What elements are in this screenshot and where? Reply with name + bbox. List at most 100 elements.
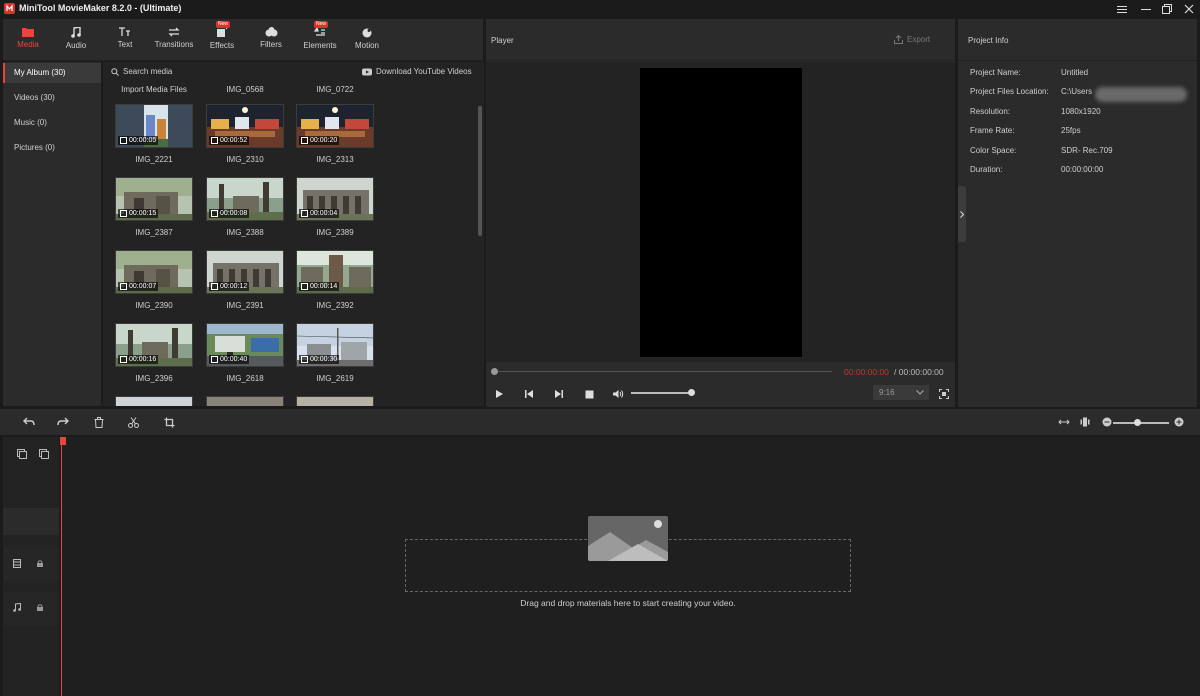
media-item[interactable]: 00:00:40 IMG_2618	[206, 323, 284, 383]
sidebar-item-videos[interactable]: Videos (30)	[3, 88, 101, 108]
media-item[interactable]: 00:00:30 IMG_2619	[296, 323, 374, 383]
media-item[interactable]: 00:00:05 IMG_2221	[115, 104, 193, 164]
total-time: / 00:00:00:00	[894, 367, 944, 377]
media-item[interactable]: 00:00:07 IMG_2390	[115, 250, 193, 310]
minimize-icon[interactable]	[1138, 1, 1154, 17]
media-thumbnail[interactable]: 00:00:14	[296, 250, 374, 294]
film-icon	[211, 137, 218, 144]
media-item[interactable]: 00:00:15 IMG_2387	[115, 177, 193, 237]
media-thumbnail[interactable]	[206, 396, 284, 406]
sidebar-item-pictures[interactable]: Pictures (0)	[3, 138, 101, 158]
export-button[interactable]: Export	[894, 35, 930, 44]
media-item[interactable]: 00:00:04 IMG_2389	[296, 177, 374, 237]
media-thumbnail[interactable]: 00:00:20	[296, 104, 374, 148]
volume-handle[interactable]	[688, 389, 695, 396]
transitions-icon	[168, 27, 180, 37]
tab-audio[interactable]: Audio	[57, 19, 95, 61]
folder-icon	[22, 28, 34, 37]
media-item-label: IMG_2389	[316, 228, 354, 237]
duration-badge: 00:00:15	[118, 209, 159, 218]
tab-effects[interactable]: New Effects	[203, 19, 241, 61]
duration-key: Duration:	[970, 165, 1003, 174]
split-button[interactable]	[126, 415, 140, 429]
play-button[interactable]	[492, 387, 506, 401]
tab-transitions[interactable]: Transitions	[149, 19, 199, 61]
zoom-slider[interactable]	[1113, 422, 1169, 424]
media-item-label: IMG_0568	[226, 85, 264, 94]
media-item[interactable]: 00:00:08 IMG_2388	[206, 177, 284, 237]
media-thumbnail[interactable]: 00:00:16	[115, 323, 193, 367]
seek-bar[interactable]	[494, 371, 832, 372]
add-track-button[interactable]	[17, 449, 27, 459]
media-item-label: IMG_2313	[316, 155, 354, 164]
zoom-out-button[interactable]	[1100, 415, 1114, 429]
tab-elements[interactable]: New Elements	[297, 19, 343, 61]
zoom-in-button[interactable]	[1172, 415, 1186, 429]
media-thumbnail[interactable]: 00:00:52	[206, 104, 284, 148]
media-item-label: IMG_0722	[316, 85, 354, 94]
volume-slider[interactable]	[631, 392, 691, 394]
media-thumbnail[interactable]: 00:00:04	[296, 177, 374, 221]
media-thumbnail[interactable]	[115, 396, 193, 406]
media-item[interactable]: 00:00:20 IMG_2313	[296, 104, 374, 164]
media-item[interactable]: 00:00:12 IMG_2391	[206, 250, 284, 310]
media-thumbnail[interactable]: 00:00:40	[206, 323, 284, 367]
media-item[interactable]: 00:00:16 IMG_2396	[115, 323, 193, 383]
close-icon[interactable]	[1181, 1, 1197, 17]
media-thumbnail[interactable]: 00:00:08	[206, 177, 284, 221]
sidebar-item-my-album[interactable]: My Album (30)	[3, 63, 101, 83]
lock-icon[interactable]	[37, 560, 43, 567]
download-youtube-button[interactable]: Download YouTube Videos	[362, 67, 472, 76]
duration-text: 00:00:04	[310, 210, 338, 217]
snap-button[interactable]	[1078, 415, 1092, 429]
fullscreen-button[interactable]	[937, 387, 951, 401]
media-thumbnail[interactable]: 00:00:12	[206, 250, 284, 294]
lock-icon[interactable]	[37, 604, 43, 611]
volume-button[interactable]	[611, 387, 625, 401]
film-icon	[301, 210, 308, 217]
media-thumbnail[interactable]: 00:00:05	[115, 104, 193, 148]
resolution-value: 1080x1920	[1061, 107, 1101, 116]
media-scrollbar[interactable]	[478, 106, 482, 236]
delete-button[interactable]	[92, 415, 106, 429]
fit-timeline-button[interactable]	[1057, 415, 1071, 429]
undo-button[interactable]	[22, 415, 36, 429]
frame-rate-value: 25fps	[1061, 126, 1081, 135]
search-media[interactable]: Search media	[111, 67, 172, 76]
stop-button[interactable]	[582, 387, 596, 401]
duration-value: 00:00:00:00	[1061, 165, 1104, 174]
crop-icon	[164, 417, 174, 427]
media-thumbnail[interactable]: 00:00:07	[115, 250, 193, 294]
media-thumbnail[interactable]: 00:00:15	[115, 177, 193, 221]
import-media-files[interactable]: Import Media Files	[113, 85, 195, 94]
filters-icon	[265, 27, 277, 37]
audio-track-icon	[13, 603, 21, 612]
previous-frame-button[interactable]	[522, 387, 536, 401]
duplicate-track-button[interactable]	[39, 449, 49, 459]
playhead-handle[interactable]	[60, 437, 66, 445]
tab-motion[interactable]: Motion	[349, 19, 385, 61]
album-sidebar: My Album (30) Videos (30) Music (0) Pict…	[3, 62, 101, 406]
collapse-panel-button[interactable]	[958, 186, 966, 242]
tab-filters[interactable]: Filters	[252, 19, 290, 61]
effects-icon	[217, 27, 228, 37]
tab-media[interactable]: Media	[9, 19, 47, 61]
crop-button[interactable]	[162, 415, 176, 429]
menu-icon[interactable]	[1114, 1, 1130, 17]
zoom-handle[interactable]	[1134, 419, 1141, 426]
tab-text[interactable]: Text	[107, 19, 143, 61]
media-thumbnail[interactable]: 00:00:30	[296, 323, 374, 367]
trash-icon	[94, 416, 104, 428]
sidebar-item-music[interactable]: Music (0)	[3, 113, 101, 133]
color-space-key: Color Space:	[970, 146, 1017, 155]
maximize-icon[interactable]	[1159, 1, 1175, 17]
media-item[interactable]: 00:00:14 IMG_2392	[296, 250, 374, 310]
next-frame-button[interactable]	[552, 387, 566, 401]
media-item[interactable]: 00:00:52 IMG_2310	[206, 104, 284, 164]
media-thumbnail[interactable]	[296, 396, 374, 406]
redo-button[interactable]	[56, 415, 70, 429]
playhead[interactable]	[61, 437, 62, 696]
volume-icon	[613, 390, 624, 398]
media-item-label: IMG_2619	[316, 374, 354, 383]
seek-handle[interactable]	[491, 368, 498, 375]
